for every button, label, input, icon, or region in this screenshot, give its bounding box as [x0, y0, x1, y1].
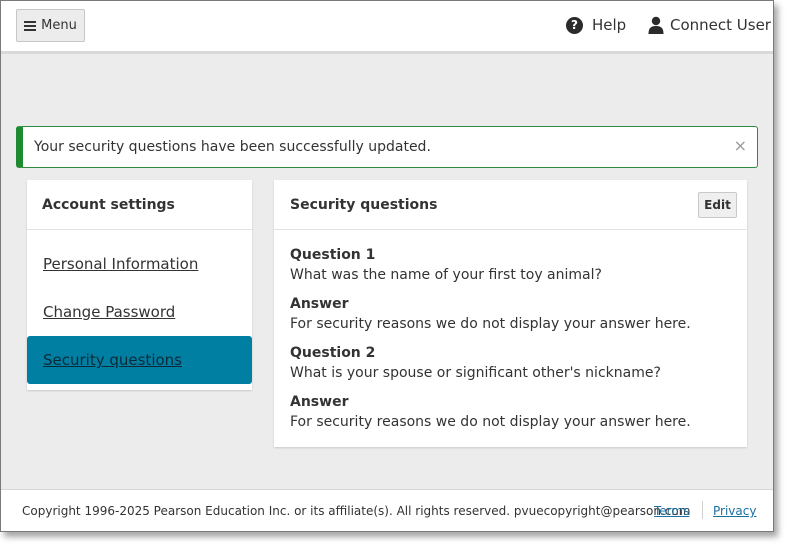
help-link[interactable]: ? Help: [566, 16, 626, 34]
help-icon: ?: [566, 16, 583, 34]
hamburger-icon: [24, 19, 37, 33]
page-footer: Copyright 1996-2025 Pearson Education In…: [1, 489, 773, 531]
question-2-block: Question 2 What is your spouse or signif…: [290, 344, 661, 383]
alert-message: Your security questions have been succes…: [34, 139, 431, 155]
answer-2-block: Answer For security reasons we do not di…: [290, 393, 691, 432]
answer-1-label: Answer: [290, 296, 349, 312]
answer-2-label: Answer: [290, 394, 349, 410]
account-settings-card: Account settings Personal Information Ch…: [27, 180, 252, 390]
security-questions-header: Security questions Edit: [274, 180, 747, 230]
question-2-text: What is your spouse or significant other…: [290, 365, 661, 381]
top-header: Menu ? Help Connect User: [1, 1, 773, 54]
security-questions-card: Security questions Edit Question 1 What …: [274, 180, 747, 447]
help-label: Help: [592, 16, 627, 34]
close-icon[interactable]: ×: [734, 137, 747, 155]
answer-2-text: For security reasons we do not display y…: [290, 414, 691, 430]
sidebar-item-label: Personal Information: [43, 255, 199, 273]
connect-user-link[interactable]: Connect User: [648, 16, 771, 34]
sidebar-item-personal-information[interactable]: Personal Information: [27, 240, 252, 288]
app-window: Menu ? Help Connect User Your security q…: [0, 0, 774, 532]
edit-button[interactable]: Edit: [698, 192, 737, 218]
user-label: Connect User: [670, 16, 771, 34]
footer-divider: [702, 501, 703, 519]
sidebar-item-change-password[interactable]: Change Password: [27, 288, 252, 336]
user-icon: [648, 16, 664, 34]
menu-button-label: Menu: [41, 18, 77, 33]
answer-1-text: For security reasons we do not display y…: [290, 316, 691, 332]
question-1-text: What was the name of your first toy anim…: [290, 267, 602, 283]
copyright-text: Copyright 1996-2025 Pearson Education In…: [22, 504, 691, 518]
sidebar-item-security-questions[interactable]: Security questions: [27, 336, 252, 384]
security-questions-title: Security questions: [290, 196, 438, 213]
sidebar-item-label: Security questions: [43, 351, 182, 369]
question-2-label: Question 2: [290, 345, 376, 361]
terms-link[interactable]: Terms: [654, 504, 689, 518]
privacy-link[interactable]: Privacy: [713, 504, 756, 518]
menu-button[interactable]: Menu: [16, 9, 85, 42]
sidebar-item-label: Change Password: [43, 303, 176, 321]
success-alert: Your security questions have been succes…: [16, 126, 758, 168]
question-1-block: Question 1 What was the name of your fir…: [290, 246, 602, 285]
answer-1-block: Answer For security reasons we do not di…: [290, 295, 691, 334]
account-settings-title: Account settings: [27, 180, 252, 230]
question-1-label: Question 1: [290, 247, 376, 263]
